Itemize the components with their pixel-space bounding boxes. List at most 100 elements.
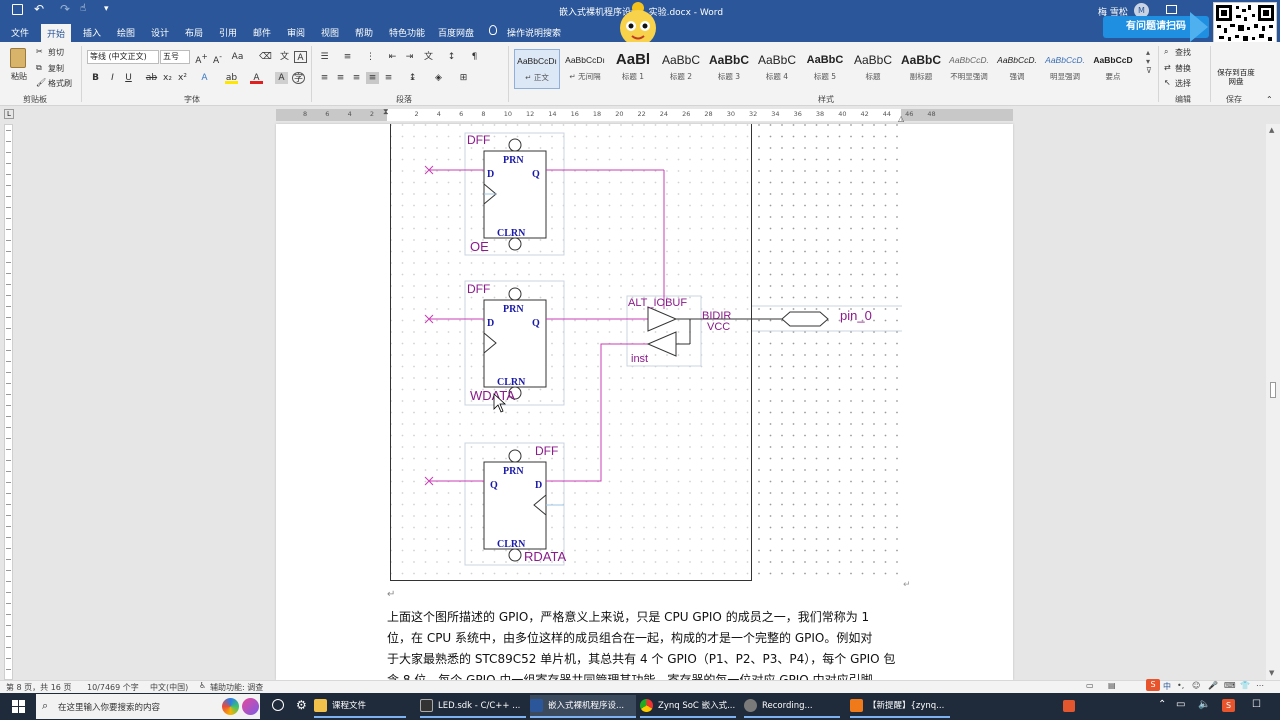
style-subtle-emphasis[interactable]: AaBbCcD. 不明显强调: [946, 49, 992, 89]
highlight-icon[interactable]: ab: [225, 72, 238, 84]
font-size-select[interactable]: 五号: [160, 50, 190, 64]
voice-icon[interactable]: 🎤: [1208, 681, 1218, 690]
ime-menu-icon[interactable]: ⋯: [1256, 681, 1264, 690]
volume-icon[interactable]: 🔈: [1198, 699, 1210, 710]
tab-mailings[interactable]: 邮件: [253, 26, 271, 39]
justify-icon[interactable]: ≡: [366, 72, 379, 84]
task-chrome[interactable]: Zynq SoC 嵌入式...: [640, 695, 736, 718]
distributed-icon[interactable]: ≡: [382, 72, 395, 84]
font-color-icon[interactable]: A: [250, 72, 263, 84]
tab-view[interactable]: 视图: [321, 26, 339, 39]
vertical-scrollbar[interactable]: ▲ ▼: [1266, 124, 1280, 680]
task-view-icon[interactable]: [272, 699, 284, 711]
task-recording[interactable]: Recording...: [744, 695, 840, 718]
style-subtitle[interactable]: AaBbC 副标题: [898, 49, 944, 89]
replace-button[interactable]: 替换: [1175, 63, 1191, 74]
text-effects-icon[interactable]: A: [198, 72, 211, 84]
task-browser[interactable]: 【新提醒】{zynq...: [850, 695, 950, 718]
style-strong[interactable]: AaBbCcD 要点: [1090, 49, 1136, 89]
grow-font-icon[interactable]: A+: [195, 51, 208, 66]
ime-punct-icon[interactable]: •,: [1177, 681, 1184, 690]
task-folder[interactable]: 课程文件: [314, 695, 406, 718]
enclose-char-icon[interactable]: 字: [292, 72, 305, 84]
select-button[interactable]: 选择: [1175, 78, 1191, 89]
tab-file[interactable]: 文件: [11, 26, 29, 39]
notification-icon[interactable]: ☐: [1252, 699, 1261, 710]
scroll-up-icon[interactable]: ▲: [1269, 126, 1274, 134]
scroll-down-icon[interactable]: ▼: [1269, 669, 1274, 677]
vertical-ruler[interactable]: [0, 124, 16, 680]
indent-marker-icon[interactable]: ⧗: [383, 107, 389, 117]
ime-tray-icon[interactable]: S: [1222, 699, 1235, 712]
copy-icon[interactable]: ⧉: [36, 62, 42, 73]
tray-overflow-icon[interactable]: ⌃: [1158, 699, 1166, 710]
strikethrough-icon[interactable]: ab: [145, 72, 158, 84]
borders-icon[interactable]: ⊞: [457, 72, 470, 84]
collapse-ribbon-icon[interactable]: ⌃: [1266, 95, 1273, 104]
accessibility-icon[interactable]: ♿: [199, 681, 206, 690]
tell-me-search[interactable]: 操作说明搜索: [507, 26, 561, 39]
ime-lang-icon[interactable]: 中: [1163, 681, 1171, 692]
cut-icon[interactable]: ✂: [36, 46, 43, 57]
page-count[interactable]: 第 8 页，共 16 页: [6, 682, 71, 693]
change-case-icon[interactable]: Aa: [231, 51, 244, 63]
find-button[interactable]: 查找: [1175, 47, 1191, 58]
paste-icon[interactable]: [10, 48, 26, 68]
word-count[interactable]: 10/7469 个字: [87, 682, 139, 693]
ime-toolbar[interactable]: S: [1146, 679, 1160, 691]
shrink-font-icon[interactable]: A-: [211, 51, 224, 66]
multilevel-list-icon[interactable]: ⋮: [364, 51, 377, 63]
replace-icon[interactable]: ⇄: [1164, 62, 1171, 73]
style-intense-emphasis[interactable]: AaBbCcD. 明显强调: [1042, 49, 1088, 89]
style-no-spacing[interactable]: AaBbCcDı ↵ 无间隔: [562, 49, 608, 89]
align-center-icon[interactable]: ≡: [334, 72, 347, 84]
char-shading-icon[interactable]: A: [275, 72, 288, 84]
cortana-icon[interactable]: [222, 698, 239, 715]
numbering-icon[interactable]: ≡: [341, 51, 354, 63]
customize-qat-icon[interactable]: ▾: [104, 4, 109, 14]
superscript-icon[interactable]: x²: [176, 72, 189, 84]
clear-format-icon[interactable]: ⌫: [259, 51, 272, 63]
chinese-layout-icon[interactable]: 文: [422, 51, 435, 63]
task-word[interactable]: 嵌入式裸机程序设...: [530, 695, 636, 718]
tab-insert[interactable]: 插入: [83, 26, 101, 39]
save-to-netdisk-button[interactable]: 保存到百度网盘: [1216, 68, 1256, 86]
document-page[interactable]: ↵ DFF PRN D Q CLRN OE DFF PRN D Q CLRN W…: [276, 124, 1013, 680]
line-spacing-icon[interactable]: ↨: [406, 72, 419, 84]
style-emphasis[interactable]: AaBbCcD. 强调: [994, 49, 1040, 89]
scroll-thumb[interactable]: [1270, 382, 1276, 398]
skin-icon[interactable]: 👕: [1240, 681, 1250, 690]
redo-icon[interactable]: ↷: [60, 2, 70, 16]
paste-button[interactable]: 粘贴: [11, 71, 27, 82]
copilot-icon[interactable]: [242, 698, 259, 715]
increase-indent-icon[interactable]: ⇥: [403, 51, 416, 63]
ribbon-display-icon[interactable]: [1166, 5, 1177, 14]
copy-button[interactable]: 复制: [48, 63, 64, 74]
undo-icon[interactable]: ↶: [34, 2, 44, 16]
tab-review[interactable]: 审阅: [287, 26, 305, 39]
touch-mode-icon[interactable]: ☝: [80, 3, 86, 14]
print-layout-icon[interactable]: ▤: [1108, 681, 1116, 690]
bold-icon[interactable]: B: [89, 72, 102, 84]
italic-icon[interactable]: I: [106, 72, 119, 84]
emoji-icon[interactable]: ☺: [1192, 681, 1200, 690]
language-status[interactable]: 中文(中国): [150, 682, 188, 693]
settings-app-icon[interactable]: ⚙: [296, 698, 307, 712]
char-border-icon[interactable]: A: [294, 51, 307, 63]
sort-icon[interactable]: ↕: [445, 51, 458, 63]
decrease-indent-icon[interactable]: ⇤: [386, 51, 399, 63]
tab-design[interactable]: 设计: [151, 26, 169, 39]
start-icon[interactable]: [12, 700, 25, 713]
cut-button[interactable]: 剪切: [48, 47, 64, 58]
format-painter-button[interactable]: 格式刷: [48, 78, 72, 89]
phonetic-guide-icon[interactable]: 文: [278, 51, 291, 63]
find-icon[interactable]: ⌕: [1164, 46, 1168, 57]
taskbar-search-box[interactable]: ⌕ 在这里输入你要搜索的内容: [36, 694, 260, 719]
bullets-icon[interactable]: ☰: [318, 51, 331, 63]
style-title[interactable]: AaBbC 标题: [850, 49, 896, 89]
tab-baidu-netdisk[interactable]: 百度网盘: [438, 26, 474, 39]
tab-home[interactable]: 开始: [41, 24, 72, 42]
tab-layout[interactable]: 布局: [185, 26, 203, 39]
align-right-icon[interactable]: ≡: [350, 72, 363, 84]
style-normal[interactable]: AaBbCcDı ↵ 正文: [514, 49, 560, 89]
